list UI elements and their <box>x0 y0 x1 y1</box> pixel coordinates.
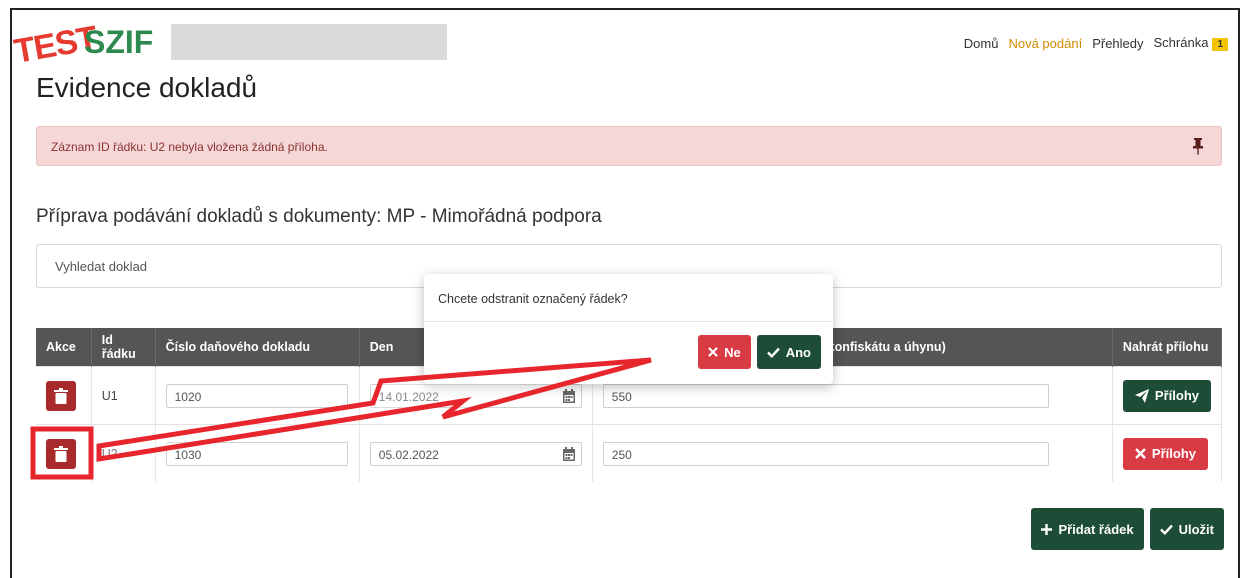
attachments-button-label: Přílohy <box>1151 446 1196 461</box>
doc-number-input[interactable]: 1020 <box>165 383 348 408</box>
check-icon <box>766 347 780 358</box>
confirm-delete-dialog: Chcete odstranit označený řádek? Ne Ano <box>424 274 833 384</box>
plus-icon <box>1041 523 1053 535</box>
amount-input[interactable]: 550 <box>602 383 1049 408</box>
cell-row-id: U1 <box>91 366 156 425</box>
paper-plane-icon <box>1134 388 1149 403</box>
calendar-icon[interactable] <box>562 446 575 461</box>
form-actions: Přidat řádek Uložit <box>1031 508 1224 550</box>
szif-logo[interactable]: TEST SZIF <box>12 14 154 76</box>
cell-amount: 250 <box>592 424 1113 482</box>
dialog-yes-label: Ano <box>785 344 811 360</box>
nav-item-new-submission[interactable]: Nová podání <box>1008 36 1082 51</box>
add-row-button-label: Přidat řádek <box>1058 521 1134 537</box>
cell-actions <box>36 366 92 425</box>
dialog-question: Chcete odstranit označený řádek? <box>438 292 628 306</box>
delete-row-button[interactable] <box>46 380 76 411</box>
trash-icon <box>54 445 68 462</box>
top-bar: TEST SZIF Domů Nová podání Přehledy Schr… <box>12 10 1238 76</box>
col-header-doc-number: Číslo daňového dokladu <box>155 328 360 367</box>
nav-item-home[interactable]: Domů <box>964 36 999 51</box>
save-button-label: Uložit <box>1178 521 1214 537</box>
date-value: 05.02.2022 <box>378 447 439 462</box>
dialog-actions: Ne Ano <box>698 335 821 369</box>
alert-text: Záznam ID řádku: U2 nebyla vložena žádná… <box>51 140 328 154</box>
trash-icon <box>54 387 68 404</box>
dialog-divider <box>424 321 833 322</box>
nav-item-inbox-label: Schránka <box>1153 35 1209 50</box>
table-row: U2 1030 05.02.2022 250 Přílohy <box>36 424 1223 482</box>
cell-row-id: U2 <box>91 424 156 482</box>
dialog-yes-button[interactable]: Ano <box>756 335 821 369</box>
warning-alert: Záznam ID řádku: U2 nebyla vložena žádná… <box>36 126 1222 166</box>
check-icon <box>1159 524 1173 535</box>
redacted-user-box <box>171 24 447 60</box>
cell-doc-number: 1020 <box>155 366 360 425</box>
date-input[interactable]: 05.02.2022 <box>369 441 582 466</box>
doc-number-input[interactable]: 1030 <box>165 441 348 466</box>
nav-item-overviews[interactable]: Přehledy <box>1092 36 1143 51</box>
add-row-button[interactable]: Přidat řádek <box>1031 508 1144 550</box>
delete-row-button[interactable] <box>46 438 76 469</box>
main-nav: Domů Nová podání Přehledy Schránka 1 <box>964 35 1228 51</box>
dialog-no-button[interactable]: Ne <box>698 335 751 369</box>
dialog-no-label: Ne <box>724 344 741 360</box>
date-value: 14.01.2022 <box>378 389 439 404</box>
col-header-row-id: Id řádku <box>91 328 156 367</box>
close-icon <box>708 347 718 357</box>
attachments-missing-button[interactable]: Přílohy <box>1122 437 1208 470</box>
calendar-icon[interactable] <box>562 388 575 403</box>
logo-szif-text: SZIF <box>84 24 154 60</box>
col-header-actions: Akce <box>36 328 92 367</box>
app-window: TEST SZIF Domů Nová podání Přehledy Schr… <box>10 8 1240 578</box>
section-title: Příprava podávání dokladů s dokumenty: M… <box>36 206 602 227</box>
cell-doc-number: 1030 <box>155 424 360 482</box>
cell-date: 05.02.2022 <box>359 424 593 482</box>
amount-input[interactable]: 250 <box>602 441 1049 466</box>
date-input[interactable]: 14.01.2022 <box>369 383 582 408</box>
inbox-count-badge: 1 <box>1212 38 1228 51</box>
attachments-button-label: Přílohy <box>1154 388 1199 403</box>
page-title: Evidence dokladů <box>36 72 258 103</box>
attachments-button[interactable]: Přílohy <box>1122 379 1211 412</box>
col-header-attachment: Nahrát přílohu <box>1112 328 1223 367</box>
close-icon <box>1135 448 1146 459</box>
cell-attachment: Přílohy <box>1112 424 1223 482</box>
cell-actions <box>36 424 92 482</box>
nav-item-inbox[interactable]: Schránka 1 <box>1154 35 1228 51</box>
pin-icon[interactable] <box>1191 137 1205 155</box>
cell-attachment: Přílohy <box>1112 366 1223 425</box>
save-button[interactable]: Uložit <box>1149 508 1224 550</box>
